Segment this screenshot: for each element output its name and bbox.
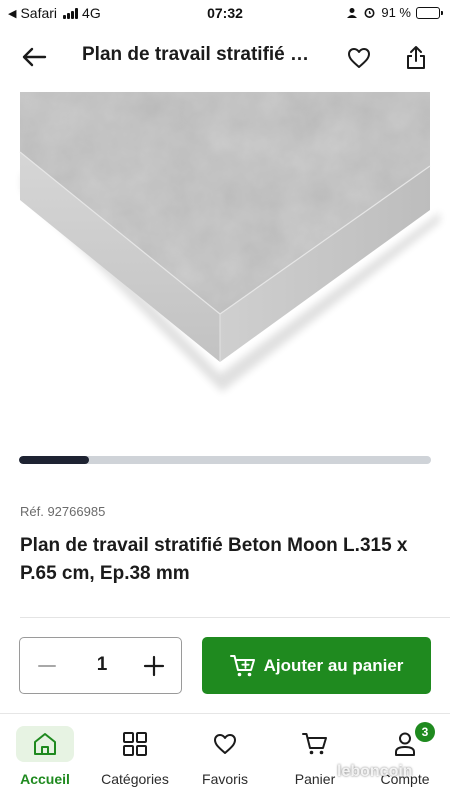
arrow-left-icon [22,47,47,67]
decrease-quantity-button[interactable] [34,653,60,679]
app-header: Plan de travail stratifié Beton Moon L.3… [0,30,450,84]
back-button[interactable] [18,42,50,72]
cart-plus-icon [229,654,255,676]
nav-item-categories[interactable]: Catégories [90,726,180,787]
alarm-icon [364,8,375,18]
page-title: Plan de travail stratifié Beton Moon L.3… [82,44,312,65]
share-button[interactable] [401,41,431,73]
nav-home-icon-wrapper [16,726,74,762]
nav-item-home[interactable]: Accueil [0,726,90,787]
increase-quantity-button[interactable] [141,653,167,679]
nav-label-favorites: Favoris [202,771,248,787]
bottom-navigation: Accueil Catégories Favoris Panier 3 Comp… [0,713,450,800]
heart-icon [348,48,370,68]
quantity-stepper: 1 [19,637,182,694]
nav-label-categories: Catégories [101,771,169,787]
favorite-button[interactable] [344,43,374,73]
worktop-slab-image [0,92,450,440]
add-to-cart-label: Ajouter au panier [263,655,404,675]
status-bar: ◀ Safari 4G 07:32 91 % [0,0,450,26]
image-carousel-progress [19,456,431,464]
product-reference: Réf. 92766985 [20,504,106,519]
home-icon [34,733,56,755]
user-icon [395,732,415,756]
share-icon [407,46,425,69]
carousel-progress-indicator [19,456,90,464]
account-notification-badge: 3 [415,722,435,742]
divider [20,617,450,618]
orientation-lock-icon [347,7,358,18]
battery-percent: 91 % [381,5,411,20]
nav-item-favorites[interactable]: Favoris [180,726,270,787]
product-image[interactable] [0,92,450,440]
minus-icon [38,665,56,667]
grid-icon [123,732,147,756]
nav-label-home: Accueil [20,771,70,787]
battery-icon [416,6,443,19]
watermark-text: leboncoin [337,763,413,780]
product-title: Plan de travail stratifié Beton Moon L.3… [20,535,408,584]
cart-icon [302,733,327,755]
status-right: 91 % [346,5,443,20]
plus-icon [143,655,165,677]
quantity-value[interactable]: 1 [82,654,122,676]
heart-icon [214,734,236,754]
add-to-cart-button[interactable]: Ajouter au panier [202,637,431,694]
